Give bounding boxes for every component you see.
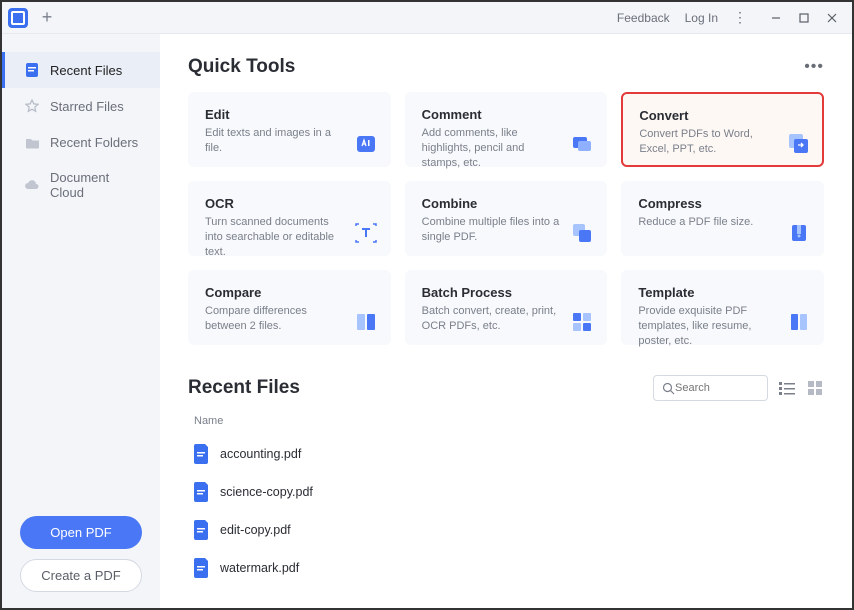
tool-card-combine[interactable]: Combine Combine multiple files into a si… bbox=[405, 181, 608, 256]
recent-header: Recent Files bbox=[188, 375, 824, 401]
sidebar-item-recent-files[interactable]: Recent Files bbox=[2, 52, 160, 88]
close-icon[interactable] bbox=[818, 6, 846, 30]
file-name: accounting.pdf bbox=[220, 447, 301, 461]
titlebar-left: + bbox=[8, 7, 58, 29]
kebab-menu-icon[interactable]: ⋮ bbox=[733, 9, 747, 26]
edit-icon bbox=[354, 132, 378, 156]
file-item[interactable]: science-copy.pdf bbox=[188, 473, 824, 511]
tool-title: Convert bbox=[639, 108, 806, 123]
pdf-file-icon bbox=[194, 558, 210, 578]
minimize-icon[interactable] bbox=[762, 6, 790, 30]
tool-title: Edit bbox=[205, 107, 374, 122]
cloud-icon bbox=[24, 177, 40, 193]
tool-title: Template bbox=[638, 285, 807, 300]
pdf-file-icon bbox=[194, 444, 210, 464]
star-icon bbox=[24, 98, 40, 114]
app-logo-icon[interactable] bbox=[8, 8, 28, 28]
convert-icon bbox=[786, 131, 810, 155]
login-link[interactable]: Log In bbox=[685, 11, 718, 25]
compare-icon bbox=[354, 310, 378, 334]
tool-card-template[interactable]: Template Provide exquisite PDF templates… bbox=[621, 270, 824, 345]
tool-desc: Provide exquisite PDF templates, like re… bbox=[638, 304, 778, 349]
tool-desc: Add comments, like highlights, pencil an… bbox=[422, 126, 562, 171]
combine-icon bbox=[570, 221, 594, 245]
open-pdf-button[interactable]: Open PDF bbox=[20, 516, 142, 549]
search-input[interactable] bbox=[675, 382, 753, 394]
compress-icon bbox=[787, 221, 811, 245]
tool-card-compare[interactable]: Compare Compare differences between 2 fi… bbox=[188, 270, 391, 345]
tool-desc: Reduce a PDF file size. bbox=[638, 215, 778, 230]
sidebar-item-label: Recent Folders bbox=[50, 135, 138, 150]
file-item[interactable]: edit-copy.pdf bbox=[188, 511, 824, 549]
sidebar-item-label: Starred Files bbox=[50, 99, 124, 114]
tool-card-batch-process[interactable]: Batch Process Batch convert, create, pri… bbox=[405, 270, 608, 345]
tool-desc: Edit texts and images in a file. bbox=[205, 126, 345, 156]
folder-icon bbox=[24, 134, 40, 150]
tool-card-comment[interactable]: Comment Add comments, like highlights, p… bbox=[405, 92, 608, 167]
create-pdf-button[interactable]: Create a PDF bbox=[20, 559, 142, 592]
tool-card-ocr[interactable]: OCR Turn scanned documents into searchab… bbox=[188, 181, 391, 256]
tool-title: OCR bbox=[205, 196, 374, 211]
sidebar-item-label: Recent Files bbox=[50, 63, 122, 78]
titlebar: + Feedback Log In ⋮ bbox=[2, 2, 852, 34]
sidebar: Recent Files Starred Files Recent Folder… bbox=[2, 34, 160, 608]
tool-title: Batch Process bbox=[422, 285, 591, 300]
file-icon bbox=[24, 62, 40, 78]
tool-desc: Convert PDFs to Word, Excel, PPT, etc. bbox=[639, 127, 779, 157]
column-header-name: Name bbox=[188, 415, 824, 435]
tool-title: Comment bbox=[422, 107, 591, 122]
tool-title: Compare bbox=[205, 285, 374, 300]
tool-desc: Combine multiple files into a single PDF… bbox=[422, 215, 562, 245]
window-controls bbox=[762, 6, 846, 30]
grid-view-icon[interactable] bbox=[806, 379, 824, 397]
template-icon bbox=[787, 310, 811, 334]
search-icon bbox=[662, 382, 675, 395]
new-tab-button[interactable]: + bbox=[36, 7, 58, 29]
tool-card-convert[interactable]: Convert Convert PDFs to Word, Excel, PPT… bbox=[621, 92, 824, 167]
file-item[interactable]: watermark.pdf bbox=[188, 549, 824, 587]
sidebar-actions: Open PDF Create a PDF bbox=[2, 516, 160, 592]
file-name: edit-copy.pdf bbox=[220, 523, 291, 537]
tool-grid: Edit Edit texts and images in a file. Co… bbox=[188, 92, 824, 345]
quick-tools-header: Quick Tools ••• bbox=[188, 56, 824, 78]
list-view-icon[interactable] bbox=[778, 379, 796, 397]
main: Recent Files Starred Files Recent Folder… bbox=[2, 34, 852, 608]
comment-icon bbox=[570, 132, 594, 156]
file-name: science-copy.pdf bbox=[220, 485, 313, 499]
tool-card-compress[interactable]: Compress Reduce a PDF file size. bbox=[621, 181, 824, 256]
search-box[interactable] bbox=[653, 375, 768, 401]
recent-controls bbox=[653, 375, 824, 401]
tool-title: Compress bbox=[638, 196, 807, 211]
pdf-file-icon bbox=[194, 520, 210, 540]
tool-desc: Turn scanned documents into searchable o… bbox=[205, 215, 345, 260]
sidebar-item-starred-files[interactable]: Starred Files bbox=[2, 88, 160, 124]
content: Quick Tools ••• Edit Edit texts and imag… bbox=[160, 34, 852, 608]
file-name: watermark.pdf bbox=[220, 561, 299, 575]
tool-card-edit[interactable]: Edit Edit texts and images in a file. bbox=[188, 92, 391, 167]
tool-title: Combine bbox=[422, 196, 591, 211]
feedback-link[interactable]: Feedback bbox=[617, 11, 670, 25]
titlebar-right: Feedback Log In ⋮ bbox=[617, 6, 846, 30]
quick-tools-title: Quick Tools bbox=[188, 56, 295, 78]
batch-icon bbox=[570, 310, 594, 334]
tool-desc: Compare differences between 2 files. bbox=[205, 304, 345, 334]
sidebar-item-document-cloud[interactable]: Document Cloud bbox=[2, 160, 160, 210]
more-icon[interactable]: ••• bbox=[804, 58, 824, 76]
tool-desc: Batch convert, create, print, OCR PDFs, … bbox=[422, 304, 562, 334]
pdf-file-icon bbox=[194, 482, 210, 502]
maximize-icon[interactable] bbox=[790, 6, 818, 30]
file-item[interactable]: accounting.pdf bbox=[188, 435, 824, 473]
recent-title: Recent Files bbox=[188, 377, 300, 399]
sidebar-item-recent-folders[interactable]: Recent Folders bbox=[2, 124, 160, 160]
sidebar-item-label: Document Cloud bbox=[50, 170, 144, 200]
ocr-icon bbox=[354, 221, 378, 245]
